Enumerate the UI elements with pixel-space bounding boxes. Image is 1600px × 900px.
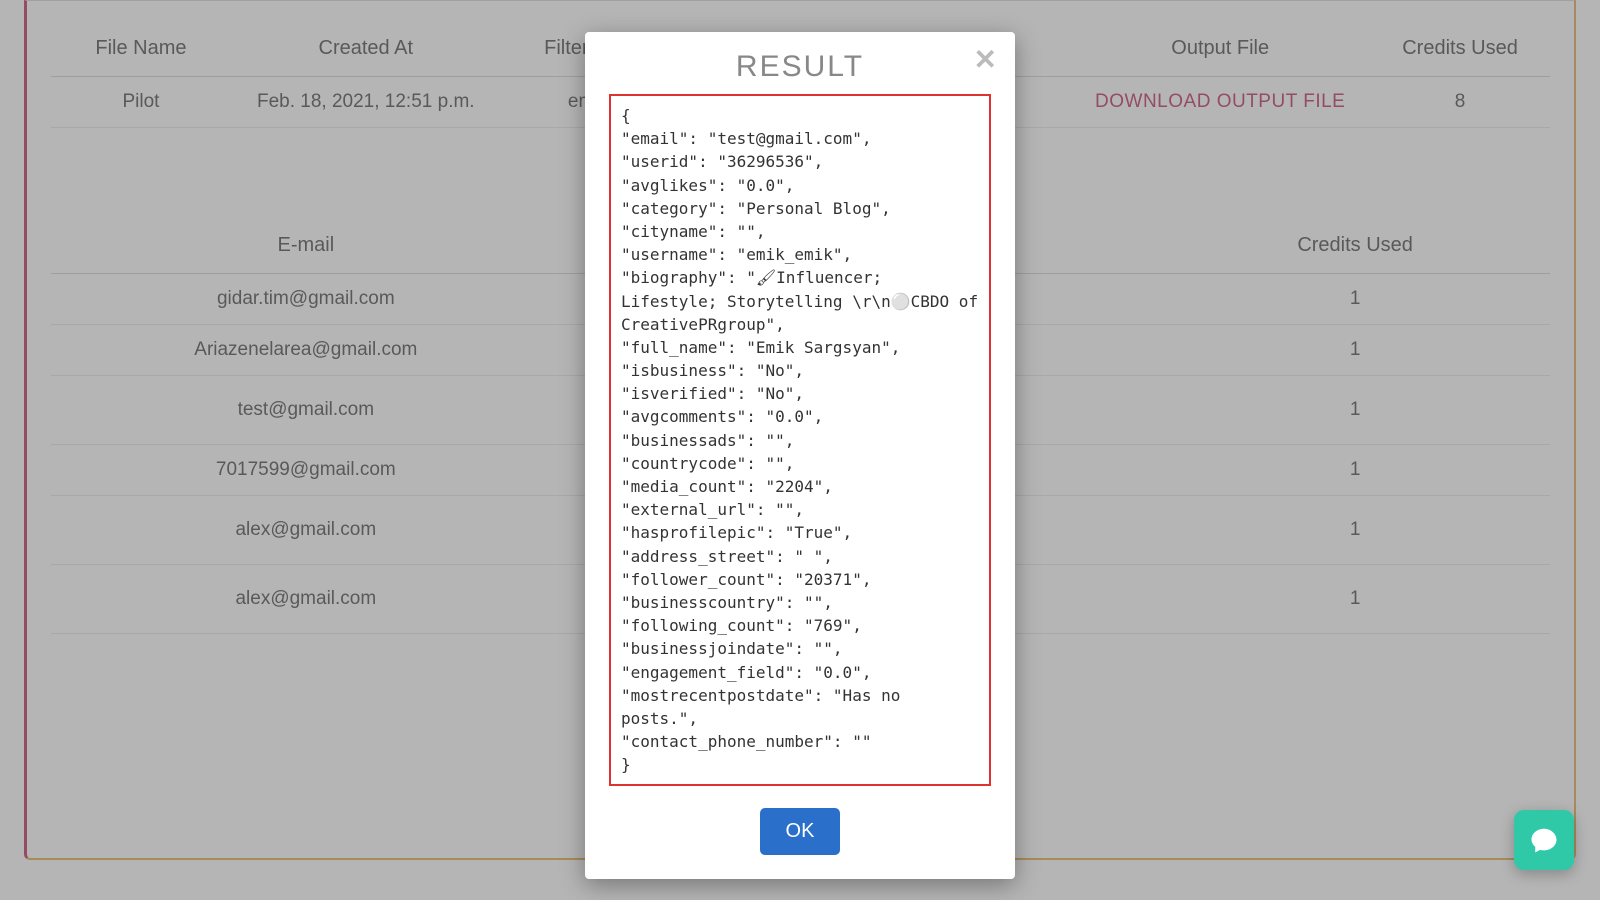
close-icon[interactable]: ✕: [974, 46, 997, 74]
modal-title: RESULT: [609, 50, 991, 84]
ok-button[interactable]: OK: [760, 808, 841, 855]
result-modal: ✕ RESULT { "email": "test@gmail.com", "u…: [585, 32, 1015, 879]
page-root: File Name Created At Filter Type Output …: [0, 0, 1600, 900]
chat-fab[interactable]: [1514, 810, 1574, 870]
json-result-box: { "email": "test@gmail.com", "userid": "…: [609, 94, 991, 786]
chat-icon: [1529, 825, 1559, 855]
